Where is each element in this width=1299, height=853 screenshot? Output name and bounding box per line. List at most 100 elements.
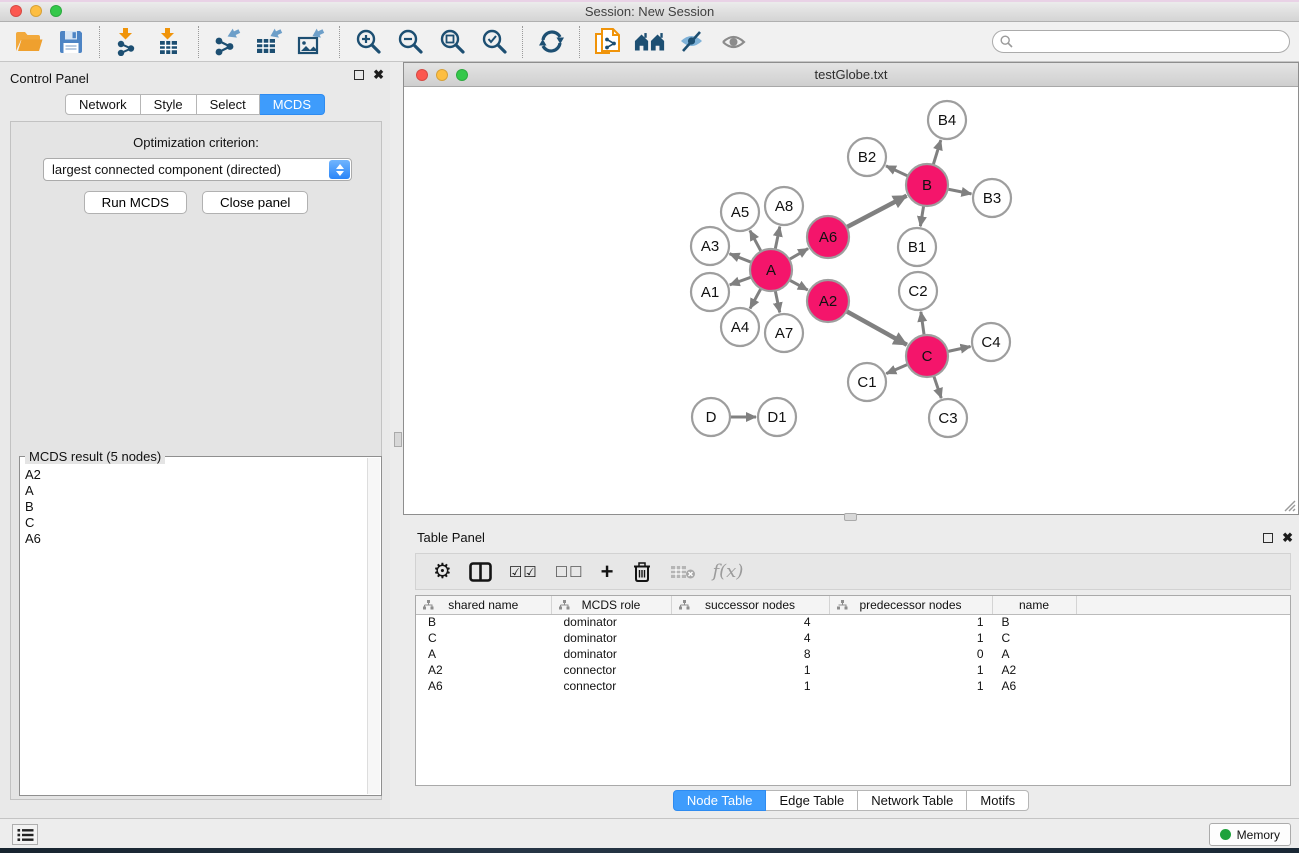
- graph-node-C2[interactable]: C2: [899, 272, 937, 310]
- new-network-from-selection-icon[interactable]: [592, 26, 624, 58]
- table-cell[interactable]: 1: [829, 614, 992, 630]
- search-field[interactable]: [992, 30, 1290, 53]
- graph-node-D[interactable]: D: [692, 398, 730, 436]
- graph-node-C[interactable]: C: [906, 335, 948, 377]
- table-cell[interactable]: 4: [671, 630, 829, 646]
- close-panel-icon[interactable]: ✖: [373, 70, 384, 80]
- graph-node-A4[interactable]: A4: [721, 308, 759, 346]
- table-cell[interactable]: A: [416, 646, 551, 662]
- graph-node-C4[interactable]: C4: [972, 323, 1010, 361]
- settings-gear-icon[interactable]: ⚙: [433, 562, 452, 582]
- table-cell[interactable]: 1: [671, 662, 829, 678]
- table-cell[interactable]: A2: [992, 662, 1076, 678]
- export-network-icon[interactable]: [211, 26, 243, 58]
- import-table-icon[interactable]: [154, 26, 186, 58]
- tab-style[interactable]: Style: [141, 94, 197, 115]
- table-cell[interactable]: [1076, 646, 1291, 662]
- column-header-predecessor-nodes[interactable]: predecessor nodes: [829, 596, 992, 614]
- criterion-select[interactable]: largest connected component (directed): [43, 158, 352, 181]
- table-cell[interactable]: C: [416, 630, 551, 646]
- zoom-selected-icon[interactable]: [478, 26, 510, 58]
- network-canvas[interactable]: AA1A2A3A4A5A6A7A8BB1B2B3B4CC1C2C3C4DD1: [404, 87, 1298, 514]
- table-row[interactable]: A6connector11A6: [416, 678, 1291, 694]
- table-cell[interactable]: connector: [551, 678, 671, 694]
- mcds-result-scrollbar[interactable]: [367, 458, 380, 794]
- tab-node-table[interactable]: Node Table: [673, 790, 767, 811]
- graph-node-A8[interactable]: A8: [765, 187, 803, 225]
- zoom-in-icon[interactable]: [352, 26, 384, 58]
- horizontal-splitter-handle[interactable]: [844, 513, 857, 521]
- graph-node-C3[interactable]: C3: [929, 399, 967, 437]
- table-cell[interactable]: C: [992, 630, 1076, 646]
- table-cell[interactable]: [1076, 662, 1291, 678]
- table-cell[interactable]: A2: [416, 662, 551, 678]
- tab-motifs[interactable]: Motifs: [967, 790, 1029, 811]
- mcds-result-item[interactable]: A2: [21, 467, 367, 483]
- run-mcds-button[interactable]: Run MCDS: [84, 191, 187, 214]
- table-cell[interactable]: [1076, 678, 1291, 694]
- vertical-splitter-handle[interactable]: [394, 432, 402, 447]
- table-cell[interactable]: dominator: [551, 614, 671, 630]
- function-builder-icon[interactable]: f(x): [713, 561, 744, 582]
- unselect-all-columns-icon[interactable]: ☐☐: [555, 563, 584, 581]
- table-row[interactable]: Cdominator41C: [416, 630, 1291, 646]
- select-all-columns-icon[interactable]: ☑☑: [509, 563, 538, 581]
- graph-node-D1[interactable]: D1: [758, 398, 796, 436]
- first-neighbors-icon[interactable]: [634, 26, 666, 58]
- mcds-result-item[interactable]: A: [21, 483, 367, 499]
- delete-column-icon[interactable]: [631, 561, 653, 583]
- save-session-icon[interactable]: [55, 26, 87, 58]
- hide-graphics-details-icon[interactable]: [676, 26, 708, 58]
- open-session-folder-icon[interactable]: [13, 26, 45, 58]
- table-cell[interactable]: A: [992, 646, 1076, 662]
- tab-network[interactable]: Network: [65, 94, 141, 115]
- split-view-icon[interactable]: [469, 562, 492, 582]
- float-panel-icon[interactable]: [354, 70, 364, 80]
- close-panel-button[interactable]: Close panel: [202, 191, 308, 214]
- graph-node-A6[interactable]: A6: [807, 216, 849, 258]
- table-row[interactable]: Adominator80A: [416, 646, 1291, 662]
- table-cell[interactable]: dominator: [551, 646, 671, 662]
- graph-node-B[interactable]: B: [906, 164, 948, 206]
- memory-button[interactable]: Memory: [1209, 823, 1291, 846]
- mcds-result-item[interactable]: B: [21, 499, 367, 515]
- table-cell[interactable]: [1076, 614, 1291, 630]
- column-header-successor-nodes[interactable]: successor nodes: [671, 596, 829, 614]
- add-column-icon[interactable]: +: [601, 563, 614, 581]
- graph-node-B1[interactable]: B1: [898, 228, 936, 266]
- mcds-result-item[interactable]: A6: [21, 531, 367, 547]
- node-table[interactable]: shared name MCDS role successor nodes pr…: [415, 595, 1291, 786]
- close-table-panel-icon[interactable]: ✖: [1282, 533, 1293, 543]
- delete-table-icon[interactable]: [670, 564, 696, 580]
- zoom-fit-icon[interactable]: [436, 26, 468, 58]
- table-row[interactable]: A2connector11A2: [416, 662, 1291, 678]
- graph-node-A5[interactable]: A5: [721, 193, 759, 231]
- graph-node-A1[interactable]: A1: [691, 273, 729, 311]
- table-cell[interactable]: B: [416, 614, 551, 630]
- tab-edge-table[interactable]: Edge Table: [766, 790, 858, 811]
- float-table-panel-icon[interactable]: [1263, 533, 1273, 543]
- table-cell[interactable]: B: [992, 614, 1076, 630]
- table-cell[interactable]: 1: [671, 678, 829, 694]
- column-header-name[interactable]: name: [992, 596, 1076, 614]
- apply-layout-refresh-icon[interactable]: [535, 26, 567, 58]
- table-cell[interactable]: A6: [416, 678, 551, 694]
- table-cell[interactable]: [1076, 630, 1291, 646]
- table-cell[interactable]: 8: [671, 646, 829, 662]
- table-cell[interactable]: dominator: [551, 630, 671, 646]
- graph-node-B4[interactable]: B4: [928, 101, 966, 139]
- table-cell[interactable]: connector: [551, 662, 671, 678]
- graph-node-A3[interactable]: A3: [691, 227, 729, 265]
- tab-mcds[interactable]: MCDS: [260, 94, 325, 115]
- graph-node-B2[interactable]: B2: [848, 138, 886, 176]
- window-resize-grip[interactable]: [1282, 498, 1296, 512]
- network-window-titlebar[interactable]: testGlobe.txt: [404, 63, 1298, 87]
- table-cell[interactable]: 1: [829, 662, 992, 678]
- mcds-result-item[interactable]: C: [21, 515, 367, 531]
- table-cell[interactable]: 0: [829, 646, 992, 662]
- graph-node-A[interactable]: A: [750, 249, 792, 291]
- show-graphics-details-icon[interactable]: [718, 26, 750, 58]
- graph-node-A7[interactable]: A7: [765, 314, 803, 352]
- search-input[interactable]: [1017, 32, 1289, 51]
- graph-node-B3[interactable]: B3: [973, 179, 1011, 217]
